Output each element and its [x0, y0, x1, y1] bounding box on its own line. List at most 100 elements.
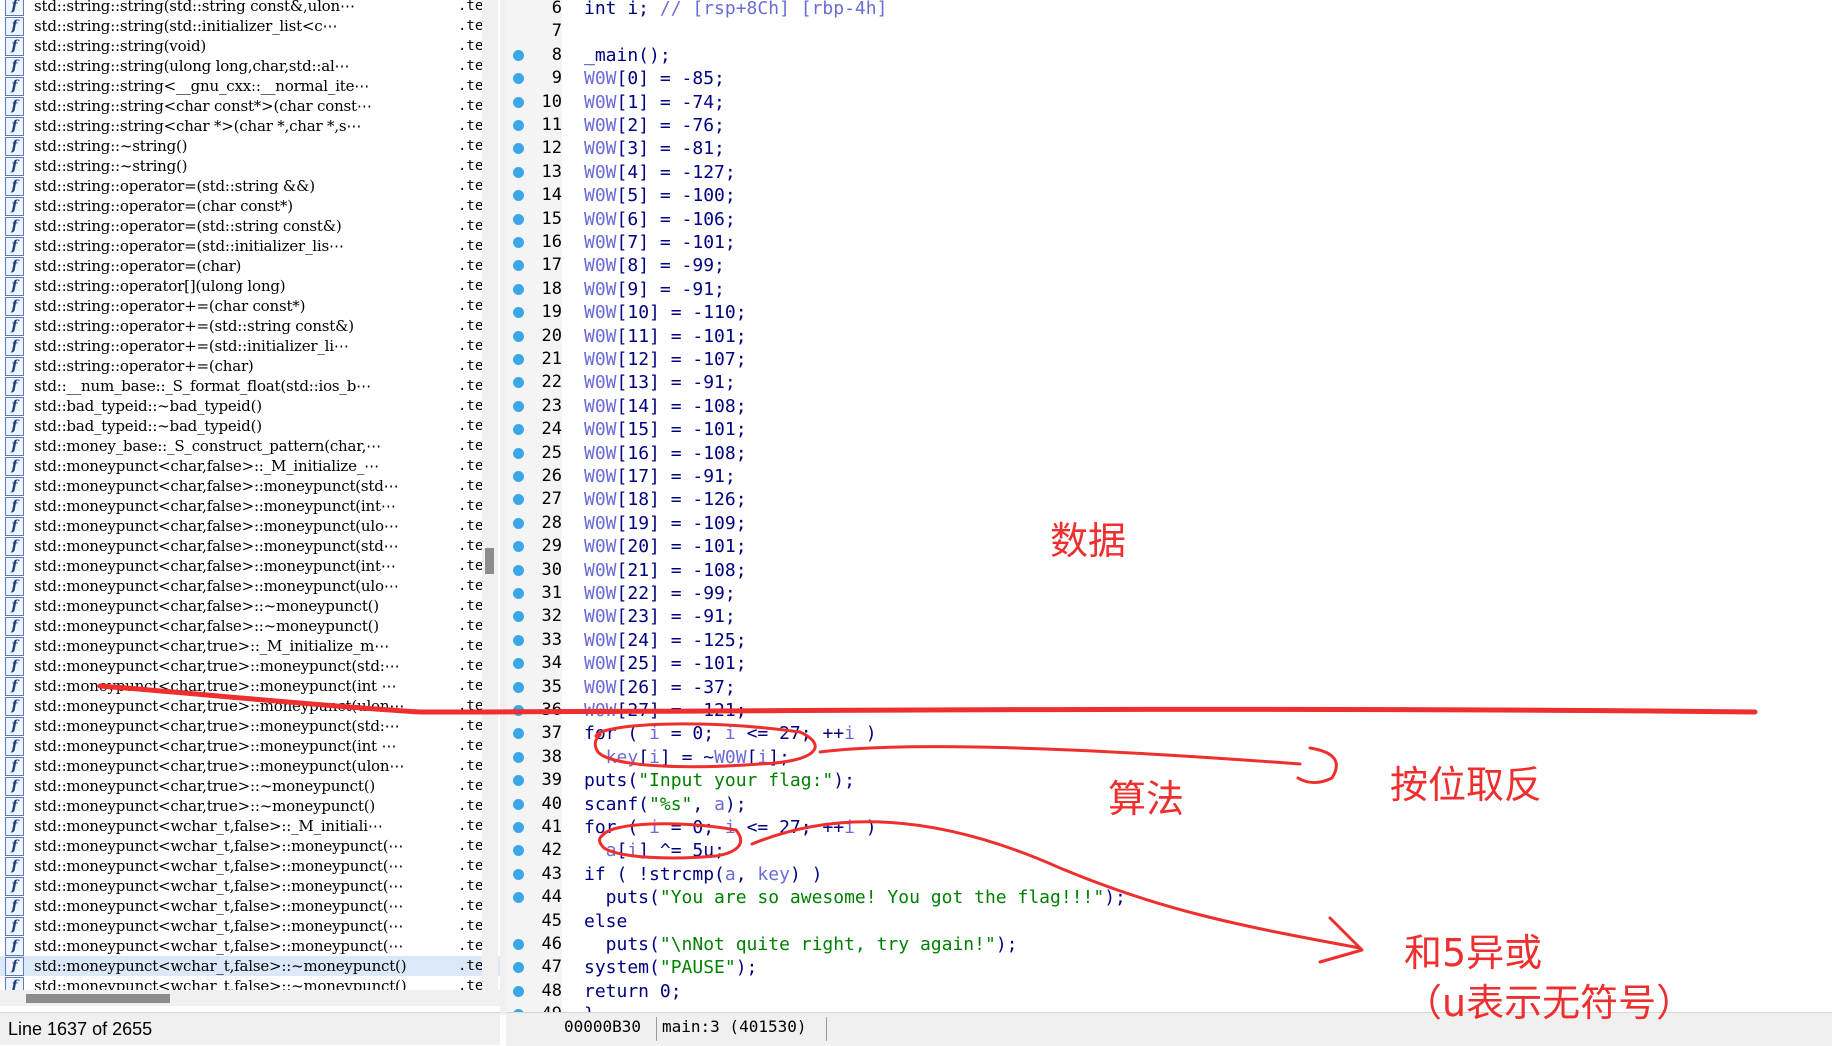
- breakpoint-dot-icon[interactable]: [513, 985, 524, 997]
- code-line[interactable]: 35 W0W[26] = -37;: [506, 676, 1832, 699]
- code-line[interactable]: 12 W0W[3] = -81;: [506, 137, 1832, 160]
- function-list-item[interactable]: f std::string::operator=(char) .te: [0, 256, 500, 276]
- breakpoint-dot-icon[interactable]: [513, 424, 524, 436]
- code-line[interactable]: 29 W0W[20] = -101;: [506, 535, 1832, 558]
- code-line[interactable]: 48 return 0;: [506, 980, 1832, 1003]
- breakpoint-dot-icon[interactable]: [513, 471, 524, 482]
- code-line[interactable]: 43 if ( !strcmp(a, key) ): [506, 863, 1832, 886]
- code-line[interactable]: 23 W0W[14] = -108;: [506, 395, 1832, 418]
- breakpoint-dot-icon[interactable]: [513, 377, 524, 389]
- code-line[interactable]: 11 W0W[2] = -76;: [506, 114, 1832, 137]
- function-list-item[interactable]: f std::moneypunct<wchar_t,false>::moneypu…: [0, 856, 500, 876]
- breakpoint-dot-icon[interactable]: [513, 962, 524, 974]
- function-list-item[interactable]: f std::moneypunct<char,true>::moneypunct(…: [0, 736, 500, 756]
- code-line[interactable]: 40 scanf("%s", a);: [506, 793, 1832, 816]
- code-line[interactable]: 21 W0W[12] = -107;: [506, 348, 1832, 371]
- function-list-item[interactable]: f std::string::string<__gnu_cxx::__normal…: [0, 76, 500, 96]
- functions-vertical-scrollbar[interactable]: [482, 0, 498, 990]
- breakpoint-dot-icon[interactable]: [513, 143, 524, 155]
- function-list-item[interactable]: f std::__num_base::_S_format_float(std::i…: [0, 376, 500, 396]
- code-line[interactable]: 27 W0W[18] = -126;: [506, 488, 1832, 511]
- function-list-item[interactable]: f std::string::string(ulong long,char,std…: [0, 56, 500, 76]
- breakpoint-dot-icon[interactable]: [513, 190, 524, 202]
- function-list-item[interactable]: f std::moneypunct<char,true>::~moneypunct…: [0, 776, 500, 796]
- code-line[interactable]: 13 W0W[4] = -127;: [506, 161, 1832, 184]
- breakpoint-dot-icon[interactable]: [513, 120, 524, 131]
- breakpoint-dot-icon[interactable]: [513, 400, 524, 412]
- code-line[interactable]: 15 W0W[6] = -106;: [506, 208, 1832, 231]
- function-list-item[interactable]: f std::string::string<char *>(char *,char…: [0, 116, 500, 136]
- function-list-item[interactable]: f std::string::operator[](ulong long) .te: [0, 276, 500, 296]
- code-line[interactable]: 44 puts("You are so awesome! You got the…: [506, 886, 1832, 909]
- function-list-item[interactable]: f std::moneypunct<wchar_t,false>::~moneyp…: [0, 956, 500, 976]
- function-list-item[interactable]: f std::moneypunct<wchar_t,false>::moneypu…: [0, 916, 500, 936]
- function-list-item[interactable]: f std::string::operator=(char const*) .te: [0, 196, 500, 216]
- code-line[interactable]: 7: [506, 20, 1832, 43]
- code-line[interactable]: 19 W0W[10] = -110;: [506, 301, 1832, 324]
- breakpoint-dot-icon[interactable]: [513, 751, 524, 763]
- code-line[interactable]: 36 W0W[27] = -121;: [506, 699, 1832, 722]
- code-line[interactable]: 38 key[i] = ~W0W[i];: [506, 746, 1832, 769]
- function-list-item[interactable]: f std::string::~string() .te: [0, 136, 500, 156]
- code-line[interactable]: 16 W0W[7] = -101;: [506, 231, 1832, 254]
- function-list-item[interactable]: f std::moneypunct<char,true>::~moneypunct…: [0, 796, 500, 816]
- function-list-item[interactable]: f std::moneypunct<wchar_t,false>::_M_init…: [0, 816, 500, 836]
- code-line[interactable]: 25 W0W[16] = -108;: [506, 442, 1832, 465]
- code-line[interactable]: 22 W0W[13] = -91;: [506, 371, 1832, 394]
- code-line[interactable]: 9 W0W[0] = -85;: [506, 67, 1832, 90]
- function-list-item[interactable]: f std::moneypunct<char,false>::moneypunct…: [0, 576, 500, 596]
- breakpoint-dot-icon[interactable]: [513, 634, 524, 646]
- code-line[interactable]: 31 W0W[22] = -99;: [506, 582, 1832, 605]
- function-list-item[interactable]: f std::string::operator=(std::string cons…: [0, 216, 500, 236]
- function-list-item[interactable]: f std::string::operator=(std::string &&).…: [0, 176, 500, 196]
- function-list-item[interactable]: f std::moneypunct<char,false>::moneypunct…: [0, 496, 500, 516]
- horizontal-scroll-thumb[interactable]: [26, 994, 170, 1003]
- breakpoint-dot-icon[interactable]: [513, 588, 524, 599]
- function-list-item[interactable]: f std::moneypunct<char,false>::~moneypunc…: [0, 616, 500, 636]
- breakpoint-dot-icon[interactable]: [513, 658, 524, 670]
- function-list-item[interactable]: f std::money_base::_S_construct_pattern(c…: [0, 436, 500, 456]
- breakpoint-dot-icon[interactable]: [513, 73, 524, 85]
- function-list-item[interactable]: f std::string::string(std::string const&,…: [0, 0, 500, 16]
- code-line[interactable]: 14 W0W[5] = -100;: [506, 184, 1832, 207]
- breakpoint-dot-icon[interactable]: [513, 728, 524, 740]
- pseudocode-view[interactable]: 6 int i; // [rsp+8Ch] [rbp-4h] 7 8 _main(); 9…: [506, 0, 1832, 1015]
- code-line[interactable]: 39 puts("Input your flag:");: [506, 769, 1832, 792]
- code-line[interactable]: 45 else: [506, 910, 1832, 933]
- code-line[interactable]: 8 _main();: [506, 44, 1832, 67]
- code-line[interactable]: 46 puts("\nNot quite right, try again!")…: [506, 933, 1832, 956]
- code-line[interactable]: 20 W0W[11] = -101;: [506, 325, 1832, 348]
- function-list-item[interactable]: f std::moneypunct<char,false>::moneypunct…: [0, 556, 500, 576]
- breakpoint-dot-icon[interactable]: [513, 868, 524, 880]
- breakpoint-dot-icon[interactable]: [513, 307, 524, 319]
- code-line[interactable]: 47 system("PAUSE");: [506, 956, 1832, 979]
- breakpoint-dot-icon[interactable]: [513, 447, 524, 459]
- breakpoint-dot-icon[interactable]: [513, 354, 524, 365]
- code-line[interactable]: 10 W0W[1] = -74;: [506, 91, 1832, 114]
- function-list-item[interactable]: f std::moneypunct<char,false>::_M_initial…: [0, 456, 500, 476]
- breakpoint-dot-icon[interactable]: [513, 96, 524, 108]
- function-list-item[interactable]: f std::moneypunct<wchar_t,false>::moneypu…: [0, 896, 500, 916]
- breakpoint-dot-icon[interactable]: [513, 213, 524, 225]
- breakpoint-dot-icon[interactable]: [513, 845, 524, 857]
- breakpoint-dot-icon[interactable]: [513, 705, 524, 716]
- code-line[interactable]: 18 W0W[9] = -91;: [506, 278, 1832, 301]
- breakpoint-dot-icon[interactable]: [513, 283, 524, 295]
- breakpoint-dot-icon[interactable]: [513, 564, 524, 576]
- function-list-item[interactable]: f std::moneypunct<char,true>::moneypunct(…: [0, 716, 500, 736]
- function-list-item[interactable]: f std::moneypunct<wchar_t,false>::moneypu…: [0, 876, 500, 896]
- breakpoint-dot-icon[interactable]: [513, 681, 524, 693]
- breakpoint-dot-icon[interactable]: [513, 49, 524, 61]
- breakpoint-dot-icon[interactable]: [513, 541, 524, 553]
- code-line[interactable]: 34 W0W[25] = -101;: [506, 652, 1832, 675]
- breakpoint-dot-icon[interactable]: [513, 775, 524, 787]
- code-line[interactable]: 30 W0W[21] = -108;: [506, 559, 1832, 582]
- code-line[interactable]: 33 W0W[24] = -125;: [506, 629, 1832, 652]
- vertical-scroll-thumb[interactable]: [485, 548, 494, 574]
- code-line[interactable]: 32 W0W[23] = -91;: [506, 605, 1832, 628]
- code-line[interactable]: 41 for ( i = 0; i <= 27; ++i ): [506, 816, 1832, 839]
- function-list-item[interactable]: f std::string::string<char const*>(char c…: [0, 96, 500, 116]
- breakpoint-dot-icon[interactable]: [513, 517, 524, 529]
- function-list-item[interactable]: f std::moneypunct<char,true>::moneypunct(…: [0, 696, 500, 716]
- code-line[interactable]: 37 for ( i = 0; i <= 27; ++i ): [506, 722, 1832, 745]
